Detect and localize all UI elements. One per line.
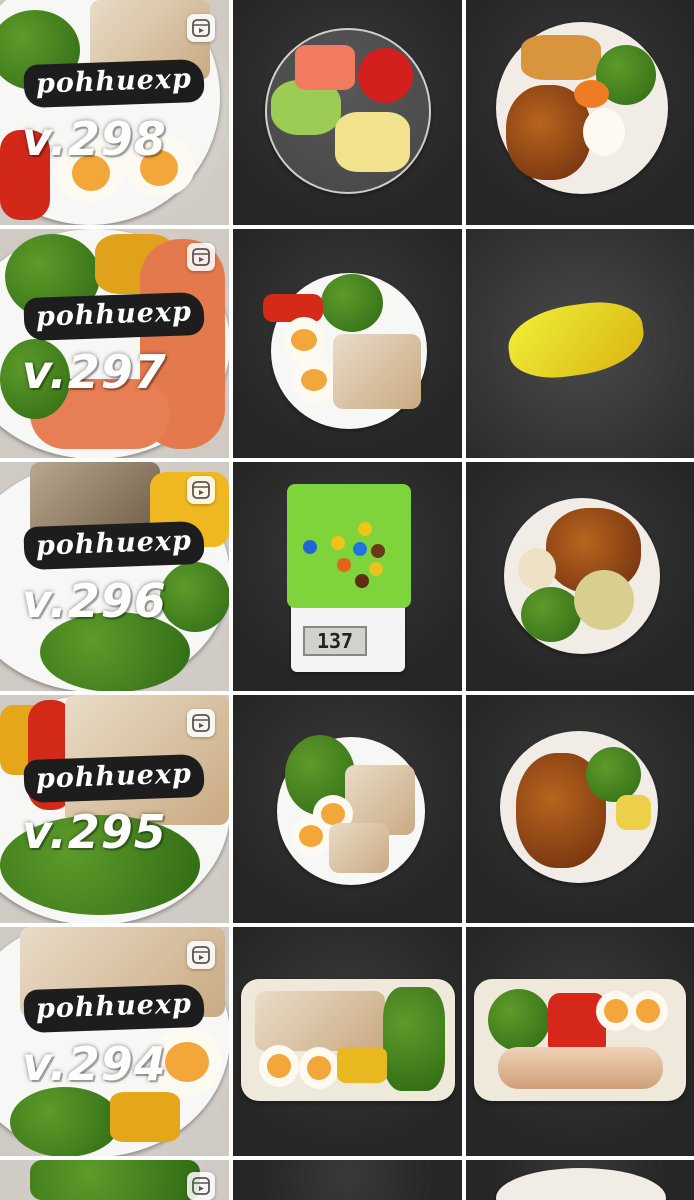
carrot [574, 80, 609, 108]
post-tile-v296[interactable]: pohhuexp v.296 [0, 462, 229, 691]
candy [358, 522, 372, 536]
starfruit [503, 295, 649, 385]
broccoli [383, 987, 445, 1091]
peppers [337, 1047, 387, 1083]
post-tile-plate-broccoli[interactable] [233, 695, 462, 923]
profile-post-grid: pohhuexp v.298 pohhuexp v.297 pohhuexp v… [0, 0, 694, 1200]
post-tile-bento-chicken[interactable] [233, 927, 462, 1156]
candy [337, 558, 351, 572]
candy [353, 542, 367, 556]
brand-label: pohhuexp [23, 58, 205, 109]
egg-yolk [267, 1054, 291, 1078]
chicken-slices [333, 334, 421, 409]
post-tile-chicken-rice[interactable] [466, 462, 694, 691]
egg [583, 108, 625, 156]
apple-slices [335, 112, 410, 172]
egg-yolk [291, 329, 317, 351]
post-tile-bento-salmon[interactable] [466, 927, 694, 1156]
post-tile-partial[interactable] [233, 1160, 462, 1200]
version-label: v.296 [22, 574, 167, 628]
post-tile-scale[interactable]: 137 [233, 462, 462, 691]
version-label: v.297 [22, 345, 167, 399]
egg [518, 548, 556, 590]
reels-icon [187, 476, 215, 504]
greens [521, 587, 581, 642]
candy [303, 540, 317, 554]
reels-icon [187, 941, 215, 969]
chicken-slices [329, 823, 389, 873]
red-pepper [263, 294, 323, 322]
bowl [496, 1168, 666, 1200]
post-tile-plate-eggs[interactable] [233, 229, 462, 458]
post-tile-v297[interactable]: pohhuexp v.297 [0, 229, 229, 458]
watermelon [295, 45, 355, 90]
broccoli [488, 989, 550, 1051]
brand-label: pohhuexp [23, 520, 205, 571]
reels-icon [187, 1172, 215, 1200]
chicken-slices [255, 991, 385, 1051]
candy [331, 536, 345, 550]
scale-display: 137 [303, 626, 367, 656]
noodles [521, 35, 601, 80]
broccoli [586, 747, 641, 802]
post-tile-partial[interactable] [0, 1160, 229, 1200]
candy [369, 562, 383, 576]
broccoli [321, 274, 383, 332]
post-tile-v294[interactable]: pohhuexp v.294 [0, 927, 229, 1156]
reels-icon [187, 243, 215, 271]
candy [371, 544, 385, 558]
post-tile-v298[interactable]: pohhuexp v.298 [0, 0, 229, 225]
egg-yolk [301, 369, 327, 391]
version-label: v.298 [22, 112, 167, 166]
cherry-tomatoes [358, 48, 413, 103]
brand-label: pohhuexp [23, 753, 205, 804]
greens [30, 1160, 200, 1200]
reels-icon [187, 14, 215, 42]
potato [616, 795, 651, 830]
post-tile-roast-chicken[interactable] [466, 695, 694, 923]
brand-label: pohhuexp [23, 291, 205, 342]
salmon [498, 1047, 663, 1089]
post-tile-fruit-bowl[interactable] [233, 0, 462, 225]
broccoli [160, 562, 229, 632]
egg-yolk [299, 825, 323, 847]
egg-yolk [165, 1042, 209, 1082]
egg-yolk [307, 1056, 331, 1080]
version-label: v.294 [22, 1037, 167, 1091]
tofu-scramble [574, 570, 634, 630]
egg-yolk [636, 999, 660, 1023]
post-tile-chicken-bowl[interactable] [466, 0, 694, 225]
broccoli [10, 1087, 120, 1156]
candy [355, 574, 369, 588]
post-tile-starfruit[interactable] [466, 229, 694, 458]
post-tile-partial[interactable] [466, 1160, 694, 1200]
brand-label: pohhuexp [23, 983, 205, 1034]
egg-yolk [604, 999, 628, 1023]
post-tile-v295[interactable]: pohhuexp v.295 [0, 695, 229, 923]
reels-icon [187, 709, 215, 737]
peppers [110, 1092, 180, 1142]
version-label: v.295 [22, 805, 167, 859]
